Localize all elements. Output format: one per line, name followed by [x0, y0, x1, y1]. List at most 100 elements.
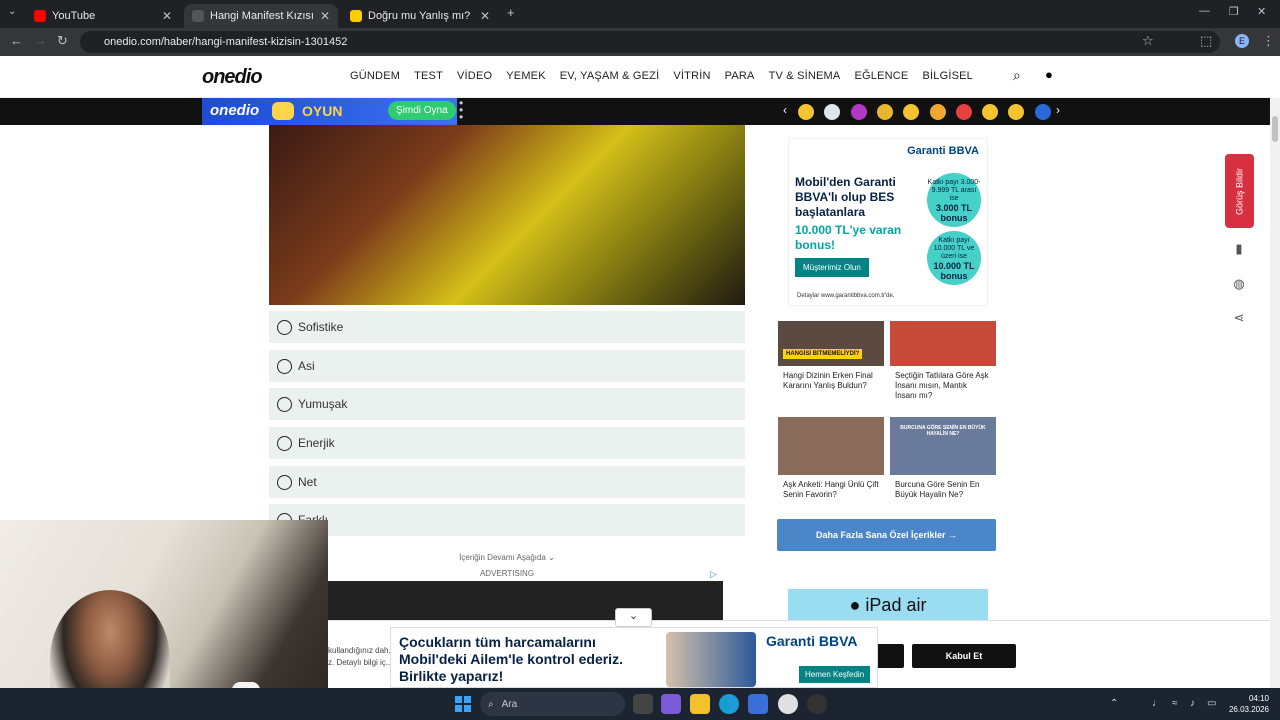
microphone-icon[interactable]: ♩ [1152, 698, 1162, 709]
game-banner[interactable]: onedio OYUN Şimdi Oyna • • • [202, 97, 463, 125]
card-title: Seçtiğin Tatlılara Göre Aşk İnsanı mısın… [895, 371, 989, 400]
bonus-badge: Katkı payı 3.000-9.999 TL arası ise 3.000… [927, 173, 981, 227]
radio-icon [277, 319, 292, 335]
search-icon[interactable]: ⌕ [1013, 67, 1021, 84]
feedback-button[interactable]: Görüş Bildir [1225, 154, 1254, 228]
customer-button[interactable]: Müşterimiz Olun [795, 258, 869, 277]
site-header: onedio GÜNDEM TEST VİDEO YEMEK EV, YAŞAM… [0, 56, 1270, 98]
adchoices-icon[interactable]: ▷ [710, 569, 717, 580]
windows-start-icon[interactable] [455, 696, 471, 712]
game-emoji-icon[interactable] [982, 104, 999, 120]
close-window-icon[interactable]: ✕ [1257, 5, 1266, 18]
close-icon[interactable]: ✕ [480, 9, 490, 23]
edge-icon[interactable] [719, 694, 739, 714]
bookmark-add-icon[interactable]: ▮ [1231, 241, 1247, 257]
user-icon[interactable]: ● [1045, 67, 1053, 82]
quiz-option[interactable]: Sofistike [269, 311, 745, 343]
content-card[interactable]: Aşk Anketi: Hangi Ünlü Çift Senin Favori… [778, 417, 884, 505]
taskbar-search[interactable]: ⌕ Ara [480, 692, 625, 716]
ad-details: Detaylar www.garantibbva.com.tr'de. [797, 293, 895, 299]
nav-item[interactable]: TEST [414, 70, 443, 82]
nav-item[interactable]: PARA [725, 70, 755, 82]
game-emoji-icon[interactable] [929, 104, 946, 120]
nav-item[interactable]: VİDEO [457, 70, 492, 82]
bbva-logo: Garanti BBVA [907, 145, 979, 157]
discover-button[interactable]: Hemen Keşfedin [799, 666, 871, 683]
new-tab-button[interactable]: + [507, 5, 515, 20]
restore-icon[interactable]: ❐ [1229, 5, 1239, 18]
battery-icon[interactable]: ▭ [1207, 698, 1216, 709]
minimize-icon[interactable]: — [1199, 5, 1210, 17]
nav-item[interactable]: YEMEK [506, 70, 546, 82]
game-emoji-icon[interactable] [850, 104, 867, 120]
onedio-icon [192, 10, 204, 22]
content-card[interactable]: Seçtiğin Tatlılara Göre Aşk İnsanı mısın… [890, 321, 996, 409]
scrollbar-thumb[interactable] [1272, 116, 1278, 142]
forward-icon[interactable]: → [34, 33, 47, 48]
back-icon[interactable]: ← [10, 33, 23, 48]
play-now-button[interactable]: Şimdi Oyna [388, 101, 456, 120]
url-input[interactable]: onedio.com/haber/hangi-manifest-kizisin-… [80, 31, 1220, 53]
game-emoji-icon[interactable] [1034, 104, 1051, 120]
tab-search-icon[interactable]: ⌄ [8, 6, 16, 17]
nav-item[interactable]: BİLGİSEL [922, 70, 973, 82]
more-content-button[interactable]: Daha Fazla Sana Özel İçerikler → [777, 519, 996, 551]
collapse-ad-button[interactable]: ⌄ [615, 608, 652, 627]
bbva-logo: Garanti BBVA [766, 633, 858, 649]
menu-icon[interactable]: ⋮ [1262, 33, 1275, 49]
nav-item[interactable]: EĞLENCE [854, 70, 908, 82]
content-card[interactable]: BURCUNA GÖRE SENİN EN BÜYÜK HAYALİN NE? … [890, 417, 996, 505]
reload-icon[interactable]: ↻ [57, 33, 68, 49]
nav-item[interactable]: EV, YAŞAM & GEZİ [560, 70, 660, 82]
nav-item[interactable]: TV & SİNEMA [769, 70, 841, 82]
tab-quiz[interactable]: Doğru mu Yanlış mı? Genel Kül ✕ [342, 4, 498, 28]
ipad-ad[interactable]: ● iPad air [788, 589, 988, 623]
store-icon[interactable] [748, 694, 768, 714]
accept-cookies-button[interactable]: Kabul Et [912, 644, 1016, 668]
bottom-bbva-ad[interactable]: Çocukların tüm harcamalarını Mobil'deki … [390, 627, 878, 688]
game-emoji-icon[interactable] [798, 104, 814, 120]
more-icon[interactable]: • • • [459, 97, 463, 123]
chrome-icon[interactable] [778, 694, 798, 714]
quiz-option[interactable]: Yumuşak [269, 388, 745, 420]
scrollbar[interactable] [1270, 98, 1280, 688]
tab-title: Hangi Manifest Kızısın? - Oned [210, 10, 314, 22]
profile-avatar[interactable]: E [1235, 34, 1249, 48]
nav-item[interactable]: VİTRİN [673, 70, 710, 82]
video-ad[interactable] [328, 581, 723, 621]
chevron-right-icon[interactable]: › [1056, 103, 1060, 117]
obs-icon[interactable] [807, 694, 827, 714]
card-badge: BURCUNA GÖRE SENİN EN BÜYÜK HAYALİN NE? [900, 425, 986, 437]
wifi-icon[interactable]: ≈ [1172, 698, 1178, 709]
close-icon[interactable]: ✕ [162, 9, 172, 23]
option-label: Enerjik [298, 436, 335, 450]
video-frame[interactable] [269, 125, 745, 305]
comments-icon[interactable]: ◍ [1231, 276, 1247, 292]
content-card[interactable]: HANGİSİ BİTMEMELİYDİ? Hangi Dizinin Erke… [778, 321, 884, 409]
quiz-option[interactable]: Asi [269, 350, 745, 382]
nav-item[interactable]: GÜNDEM [350, 70, 400, 82]
option-label: Sofistike [298, 320, 344, 334]
tray-chevron-icon[interactable]: ⌃ [1110, 698, 1118, 709]
share-icon[interactable]: ⋖ [1231, 310, 1247, 326]
game-emoji-icon[interactable] [955, 104, 972, 120]
card-image [890, 321, 996, 366]
bookmark-star-icon[interactable]: ☆ [1142, 33, 1154, 49]
chevron-left-icon[interactable]: ‹ [783, 103, 787, 117]
tab-youtube[interactable]: YouTube ✕ [26, 4, 180, 28]
quiz-option[interactable]: Farklı [269, 504, 745, 536]
cookie-text: kullandığınız dah... z. Detaylı bilgi iç… [328, 646, 396, 667]
copilot-icon[interactable] [661, 694, 681, 714]
file-explorer-icon[interactable] [690, 694, 710, 714]
extensions-icon[interactable]: ⬚ [1200, 33, 1212, 49]
game-emoji-icon[interactable] [876, 104, 893, 120]
volume-icon[interactable]: ♪ [1190, 698, 1195, 709]
bbva-ad[interactable]: Garanti BBVA Mobil'den Garanti BBVA'lı o… [788, 138, 988, 306]
tab-onedio[interactable]: Hangi Manifest Kızısın? - Oned ✕ [184, 4, 338, 28]
site-logo[interactable]: onedio [202, 66, 263, 89]
task-view-icon[interactable] [633, 694, 653, 714]
clock[interactable]: 04:10 26.03.2026 [1225, 693, 1269, 715]
quiz-option[interactable]: Enerjik [269, 427, 745, 459]
close-icon[interactable]: ✕ [320, 9, 330, 23]
quiz-option[interactable]: Net [269, 466, 745, 498]
